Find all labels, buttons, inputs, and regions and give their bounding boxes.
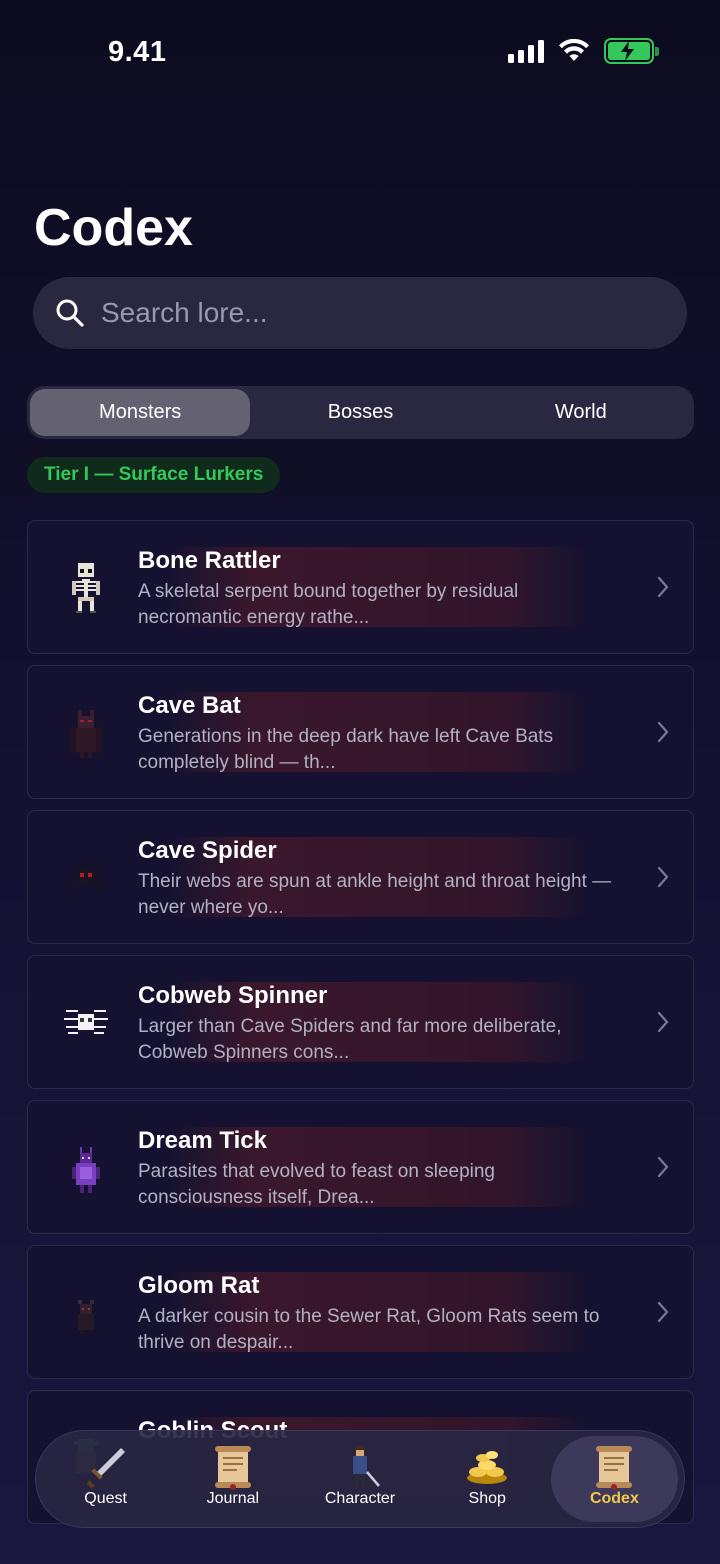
scroll-icon — [596, 1446, 633, 1490]
monster-name: Bone Rattler — [138, 547, 281, 574]
tab-bar: Quest Journal Character Shop Codex — [35, 1430, 685, 1528]
tab-label: Shop — [468, 1490, 506, 1507]
chevron-right-icon — [657, 1156, 669, 1178]
spider-icon — [64, 867, 108, 889]
monster-description: A darker cousin to the Sewer Rat, Gloom … — [138, 1306, 600, 1353]
chevron-right-icon — [657, 866, 669, 888]
monster-card-cave-spider[interactable]: Cave Spider Their webs are spun at ankle… — [27, 810, 694, 944]
monster-description: Larger than Cave Spiders and far more de… — [138, 1016, 562, 1063]
segment-world[interactable]: World — [471, 389, 691, 436]
battery-charging-icon — [604, 38, 659, 64]
category-segmented-control: Monsters Bosses World — [27, 386, 694, 439]
tab-character[interactable]: Character — [296, 1436, 423, 1522]
tab-label: Codex — [589, 1490, 639, 1507]
codex-screen: 9.41 Codex Monsters Bosse — [0, 0, 720, 1564]
monster-description: Generations in the deep dark have left C… — [138, 726, 554, 773]
gold-coins-icon — [467, 1451, 508, 1484]
monster-card-gloom-rat[interactable]: Gloom Rat A darker cousin to the Sewer R… — [27, 1245, 694, 1379]
tab-shop[interactable]: Shop — [424, 1436, 551, 1522]
tab-quest[interactable]: Quest — [42, 1436, 169, 1522]
segment-bosses[interactable]: Bosses — [250, 389, 470, 436]
chevron-right-icon — [657, 576, 669, 598]
white-spider-icon — [64, 1010, 108, 1034]
tab-label: Character — [324, 1490, 396, 1507]
monster-description: Their webs are spun at ankle height and … — [138, 871, 612, 918]
search-input[interactable] — [101, 297, 661, 329]
monster-name: Gloom Rat — [138, 1272, 260, 1299]
skeleton-icon — [72, 563, 100, 613]
monster-description: Parasites that evolved to feast on sleep… — [138, 1161, 496, 1208]
search-bar[interactable] — [33, 277, 687, 349]
tab-codex[interactable]: Codex — [550, 1436, 679, 1522]
chevron-right-icon — [657, 721, 669, 743]
chevron-right-icon — [657, 1301, 669, 1323]
tab-label: Journal — [206, 1490, 260, 1507]
sword-icon — [86, 1448, 125, 1488]
monster-name: Dream Tick — [138, 1127, 267, 1154]
monster-card-bone-rattler[interactable]: Bone Rattler A skeletal serpent bound to… — [27, 520, 694, 654]
monster-card-cobweb-spinner[interactable]: Cobweb Spinner Larger than Cave Spiders … — [27, 955, 694, 1089]
monster-name: Cave Spider — [138, 837, 277, 864]
status-bar: 9.41 — [0, 0, 720, 100]
monster-card-dream-tick[interactable]: Dream Tick Parasites that evolved to fea… — [27, 1100, 694, 1234]
bat-icon — [70, 710, 102, 758]
wifi-icon — [559, 39, 589, 61]
chevron-right-icon — [657, 1011, 669, 1033]
search-icon — [56, 299, 84, 327]
tab-journal[interactable]: Journal — [169, 1436, 296, 1522]
monster-card-cave-bat[interactable]: Cave Bat Generations in the deep dark ha… — [27, 665, 694, 799]
tab-label: Quest — [84, 1490, 127, 1507]
rat-icon — [78, 1300, 94, 1334]
monster-list: Bone Rattler A skeletal serpent bound to… — [27, 520, 694, 1535]
monster-name: Cave Bat — [138, 692, 241, 719]
monster-name: Cobweb Spinner — [138, 982, 328, 1009]
status-icons — [508, 38, 659, 64]
status-time: 9.41 — [108, 36, 167, 68]
monster-description: A skeletal serpent bound together by res… — [138, 581, 519, 628]
tier-badge: Tier I — Surface Lurkers — [27, 457, 281, 493]
page-title: Codex — [34, 199, 193, 257]
scroll-icon — [214, 1446, 251, 1490]
tick-icon — [72, 1147, 100, 1193]
segment-monsters[interactable]: Monsters — [30, 389, 251, 436]
cellular-signal-icon — [508, 39, 544, 63]
character-icon — [353, 1446, 380, 1488]
